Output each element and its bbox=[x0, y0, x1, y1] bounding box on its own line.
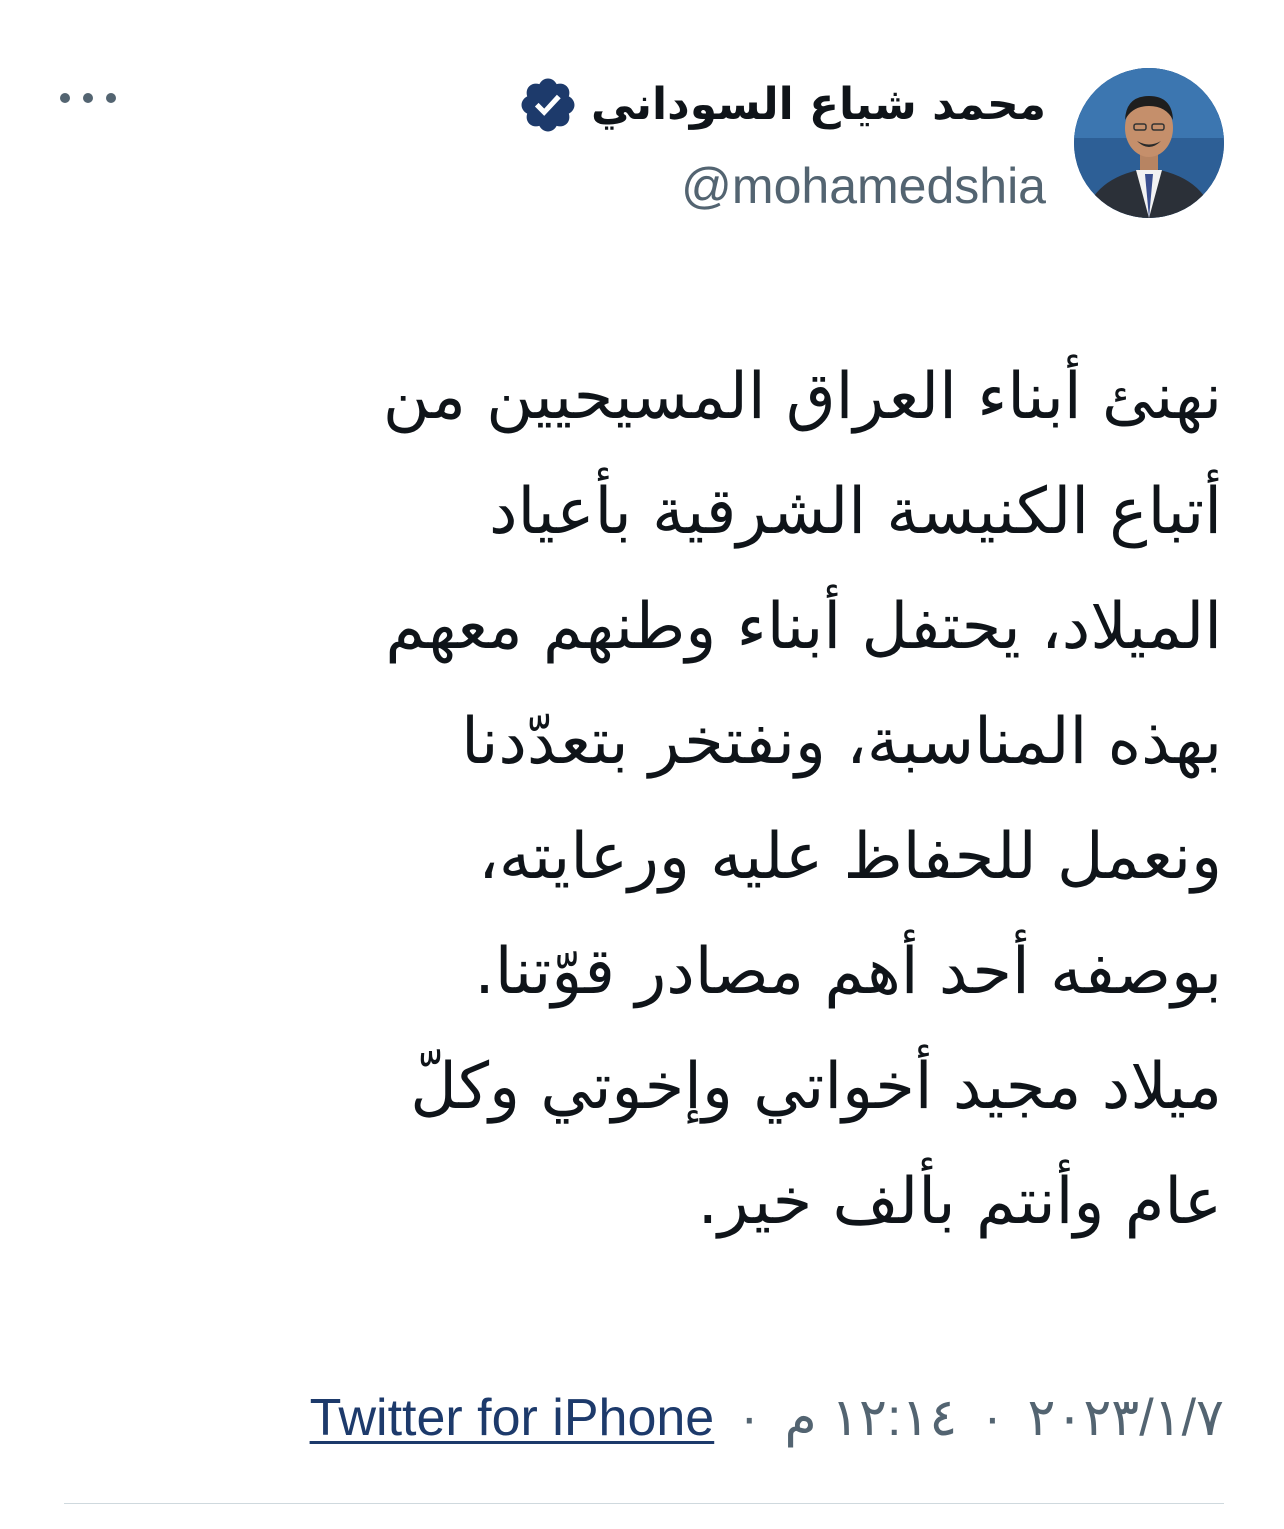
author-display-name[interactable]: محمد شياع السوداني bbox=[591, 74, 1046, 136]
divider bbox=[64, 1503, 1224, 1504]
tweet-date[interactable]: ٢٠٢٣/١/٧ bbox=[1028, 1389, 1224, 1447]
more-dot bbox=[106, 93, 116, 103]
author-avatar[interactable] bbox=[1074, 68, 1224, 218]
author-name-row: محمد شياع السوداني bbox=[517, 74, 1046, 136]
tweet-time[interactable]: ١٢:١٤ م bbox=[784, 1389, 957, 1447]
tweet-line: نهنئ أبناء العراق المسيحيين من bbox=[382, 360, 1222, 434]
more-options-icon[interactable] bbox=[60, 78, 116, 118]
tweet-line: الميلاد، يحتفل أبناء وطنهم معهم bbox=[385, 590, 1222, 664]
tweet-line: عام وأنتم بألف خير. bbox=[697, 1165, 1222, 1239]
more-dot bbox=[83, 93, 93, 103]
tweet-meta: ٢٠٢٣/١/٧ · ١٢:١٤ م · Twitter for iPhone bbox=[64, 1378, 1224, 1458]
more-dot bbox=[60, 93, 70, 103]
tweet-line: ونعمل للحفاظ عليه ورعايته، bbox=[478, 820, 1222, 894]
meta-separator: · bbox=[983, 1389, 1002, 1447]
tweet-text: نهنئ أبناء العراق المسيحيين من أتباع الك… bbox=[64, 340, 1222, 1260]
tweet-line: بهذه المناسبة، ونفتخر بتعدّدنا bbox=[461, 705, 1222, 779]
meta-separator: · bbox=[740, 1389, 758, 1447]
verified-badge-icon bbox=[517, 74, 579, 136]
tweet-line: ميلاد مجيد أخواتي وإخوتي وكلّ bbox=[410, 1050, 1222, 1124]
tweet-source-link[interactable]: Twitter for iPhone bbox=[310, 1389, 715, 1447]
tweet-header: محمد شياع السوداني @mohamedshia bbox=[0, 0, 1284, 240]
tweet-line: أتباع الكنيسة الشرقية بأعياد bbox=[489, 475, 1222, 549]
avatar-photo bbox=[1074, 68, 1224, 218]
tweet-line: بوصفه أحد أهم مصادر قوّتنا. bbox=[474, 935, 1222, 1009]
author-handle[interactable]: @mohamedshia bbox=[681, 156, 1046, 216]
